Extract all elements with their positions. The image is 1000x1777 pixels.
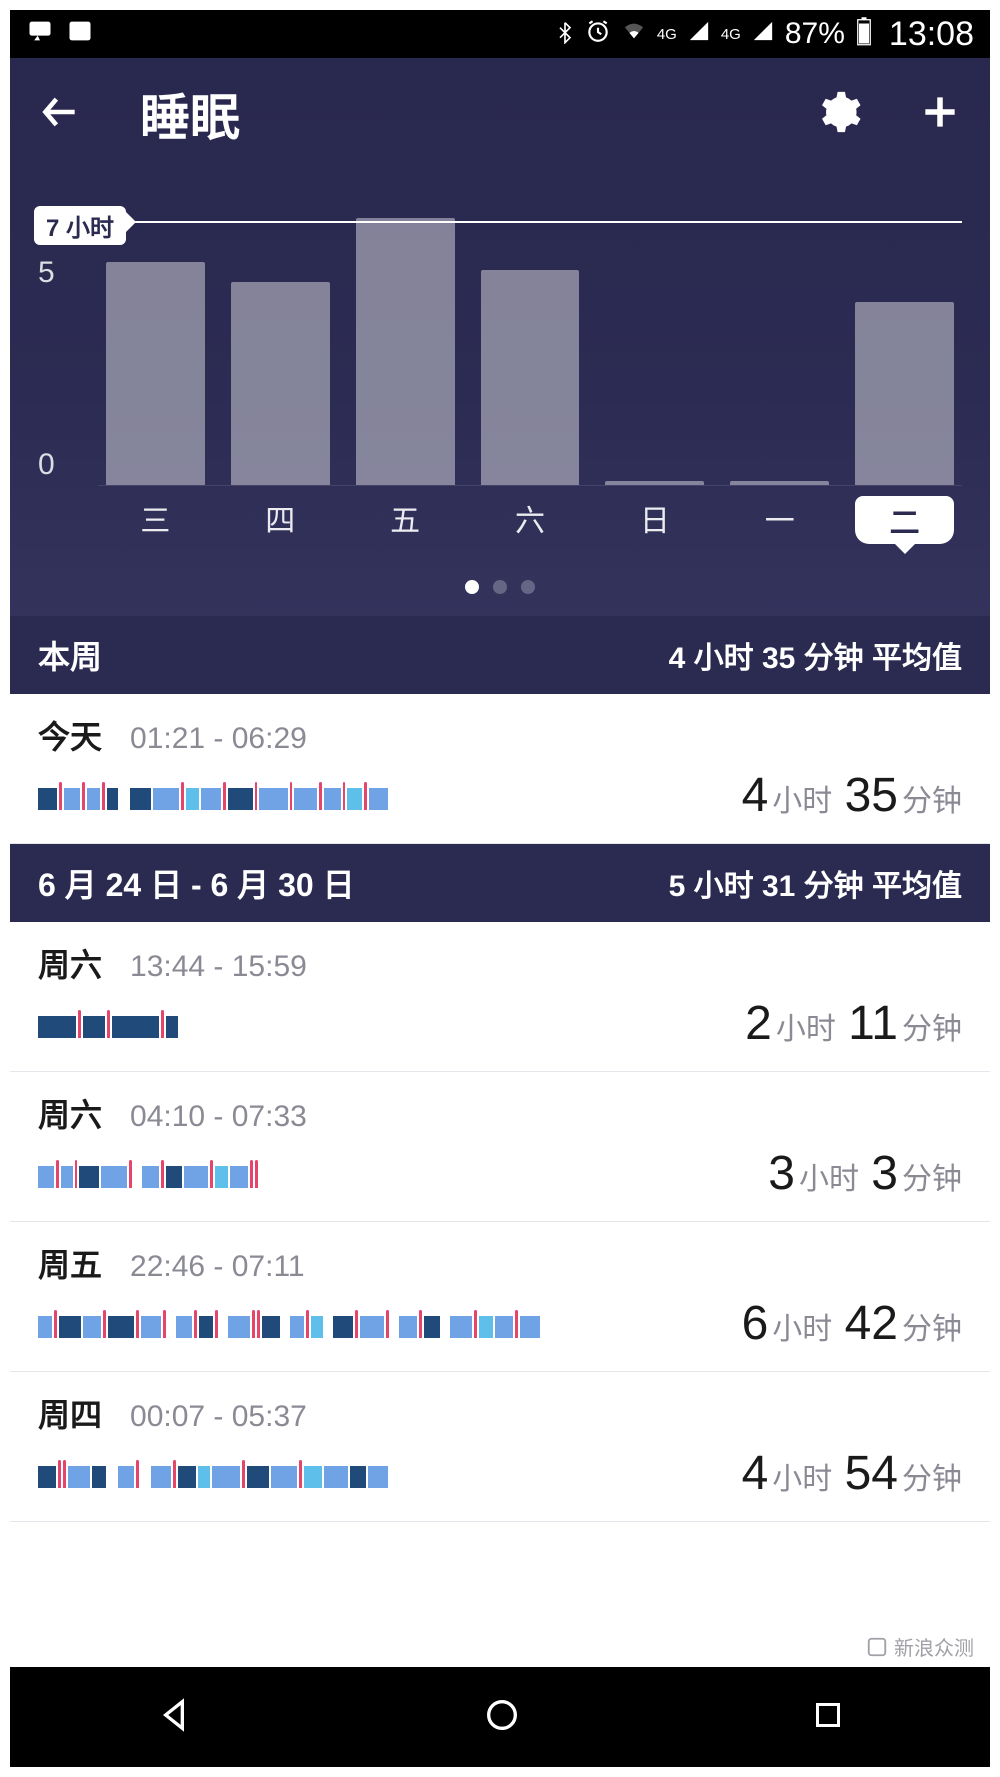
net1-label: 4G xyxy=(657,26,677,43)
bluetooth-icon xyxy=(555,18,575,50)
x-axis-label[interactable]: 四 xyxy=(231,496,330,544)
add-button[interactable] xyxy=(918,90,962,139)
entry-range: 04:10 - 07:33 xyxy=(130,1100,307,1134)
entry-range: 13:44 - 15:59 xyxy=(130,950,307,984)
alarm-icon xyxy=(585,18,611,50)
chart-bar[interactable] xyxy=(356,218,455,485)
sleep-strip xyxy=(38,1460,398,1488)
x-axis: 三四五六日一二 xyxy=(98,486,962,544)
sleep-entry[interactable]: 今天 01:21 - 06:29 4小时 35分钟 xyxy=(10,694,990,844)
signal1-icon xyxy=(687,20,711,48)
sleep-strip xyxy=(38,1160,258,1188)
pager-dot[interactable] xyxy=(521,580,535,594)
pager-dots[interactable] xyxy=(10,552,990,616)
sleep-strip xyxy=(38,782,388,810)
sleep-strip xyxy=(38,1310,558,1338)
nav-recents-button[interactable] xyxy=(810,1697,846,1738)
x-axis-label[interactable]: 三 xyxy=(106,496,205,544)
entry-day: 今天 xyxy=(38,712,102,758)
entry-range: 00:07 - 05:37 xyxy=(130,1400,307,1434)
entry-duration: 2小时 11分钟 xyxy=(741,996,962,1051)
x-axis-label[interactable]: 六 xyxy=(481,496,580,544)
section-avg: 4 小时 35 分钟 平均值 xyxy=(669,633,962,677)
image-icon xyxy=(66,17,94,52)
pager-dot[interactable] xyxy=(465,580,479,594)
y-tick: 0 xyxy=(38,448,55,482)
chart-bar[interactable] xyxy=(855,302,954,485)
nav-back-button[interactable] xyxy=(154,1695,194,1740)
entry-day: 周四 xyxy=(38,1390,102,1436)
battery-percent: 87% xyxy=(785,17,845,51)
sleep-list: 本周 4 小时 35 分钟 平均值今天 01:21 - 06:29 4小时 35分钟 6… xyxy=(10,616,990,1522)
entry-range: 01:21 - 06:29 xyxy=(130,722,307,756)
chart-bar[interactable] xyxy=(605,481,704,485)
back-button[interactable] xyxy=(38,90,82,139)
entry-day: 周六 xyxy=(38,1090,102,1136)
watermark: 新浪众测 xyxy=(866,1632,974,1661)
x-axis-label[interactable]: 五 xyxy=(356,496,455,544)
sleep-entry[interactable]: 周五 22:46 - 07:11 6小时 42分钟 xyxy=(10,1222,990,1372)
signal2-icon xyxy=(751,20,775,48)
entry-day: 周五 xyxy=(38,1240,102,1286)
settings-button[interactable] xyxy=(818,90,862,139)
entry-duration: 3小时 3分钟 xyxy=(764,1146,962,1201)
battery-icon xyxy=(855,16,873,52)
pager-dot[interactable] xyxy=(493,580,507,594)
chart-bar[interactable] xyxy=(106,262,205,485)
section-header: 6 月 24 日 - 6 月 30 日 5 小时 31 分钟 平均值 xyxy=(10,844,990,922)
chat-icon xyxy=(26,17,54,52)
clock-time: 13:08 xyxy=(889,15,974,54)
entry-duration: 4小时 54分钟 xyxy=(738,1446,962,1501)
goal-badge: 7 小时 xyxy=(34,206,126,245)
sleep-entry[interactable]: 周四 00:07 - 05:37 4小时 54分钟 xyxy=(10,1372,990,1522)
section-avg: 5 小时 31 分钟 平均值 xyxy=(669,861,962,905)
x-axis-label[interactable]: 二 xyxy=(855,496,954,544)
app-header: 睡眠 xyxy=(10,58,990,176)
x-axis-label[interactable]: 一 xyxy=(730,496,829,544)
entry-duration: 6小时 42分钟 xyxy=(738,1296,962,1351)
bars-container xyxy=(98,186,962,486)
net2-label: 4G xyxy=(721,26,741,43)
system-navbar xyxy=(10,1667,990,1767)
goal-line xyxy=(120,221,962,223)
entry-day: 周六 xyxy=(38,940,102,986)
sleep-chart[interactable]: 7 小时 5 0 三四五六日一二 xyxy=(10,176,990,552)
sleep-entry[interactable]: 周六 04:10 - 07:33 3小时 3分钟 xyxy=(10,1072,990,1222)
chart-bar[interactable] xyxy=(231,282,330,485)
page-title: 睡眠 xyxy=(140,78,818,150)
entry-range: 22:46 - 07:11 xyxy=(130,1250,305,1284)
chart-bar[interactable] xyxy=(481,270,580,485)
wifi-icon xyxy=(621,20,647,48)
section-header: 本周 4 小时 35 分钟 平均值 xyxy=(10,616,990,694)
section-title: 本周 xyxy=(38,632,102,678)
sleep-strip xyxy=(38,1010,178,1038)
statusbar: 4G 4G 87% 13:08 xyxy=(10,10,990,58)
nav-home-button[interactable] xyxy=(482,1695,522,1740)
sleep-entry[interactable]: 周六 13:44 - 15:59 2小时 11分钟 xyxy=(10,922,990,1072)
chart-bar[interactable] xyxy=(730,481,829,485)
section-title: 6 月 24 日 - 6 月 30 日 xyxy=(38,860,355,906)
entry-duration: 4小时 35分钟 xyxy=(738,768,962,823)
x-axis-label[interactable]: 日 xyxy=(605,496,704,544)
y-tick: 5 xyxy=(38,256,55,290)
